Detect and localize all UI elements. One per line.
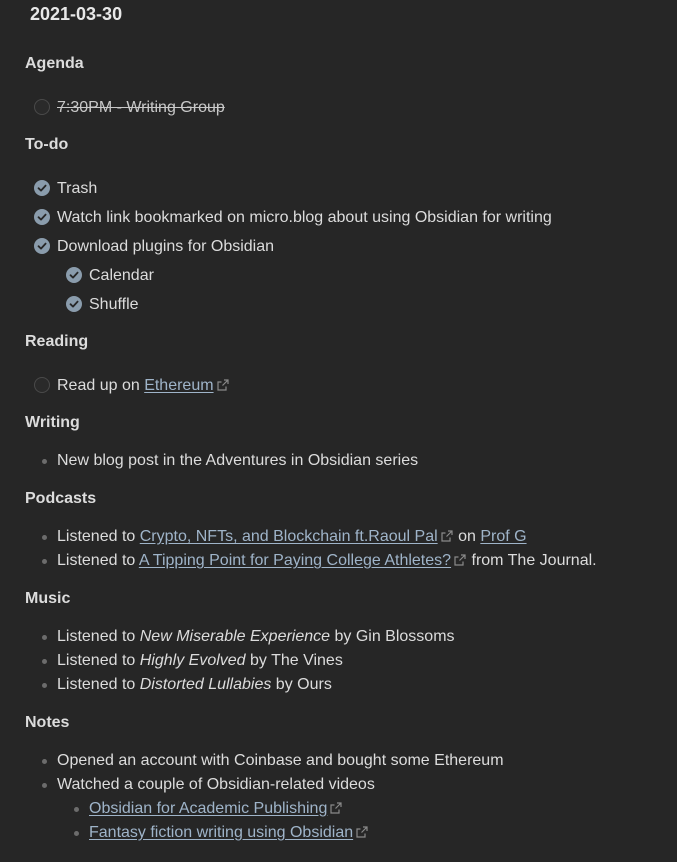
bullet-dot-icon [42, 635, 47, 640]
check-circle-icon[interactable] [66, 296, 82, 312]
external-link-icon [216, 379, 229, 391]
album-title: Highly Evolved [139, 652, 246, 669]
music-item-suffix: by Ours [271, 676, 332, 693]
heading-reading: Reading [25, 333, 89, 350]
external-link-icon [356, 826, 368, 838]
link-tipping-point[interactable]: A Tipping Point for Paying College Athle… [139, 552, 451, 569]
podcast-item: Listened to A Tipping Point for Paying C… [57, 551, 597, 571]
bullet-dot-icon [42, 759, 47, 764]
notes-item-label: Opened an account with Coinbase and boug… [57, 752, 504, 769]
bullet-dot-icon [42, 559, 47, 564]
podcast-item: Listened to Crypto, NFTs, and Blockchain… [57, 527, 527, 547]
check-circle-icon[interactable] [34, 238, 50, 254]
heading-podcasts: Podcasts [25, 490, 97, 507]
external-link-icon [441, 530, 453, 542]
music-item-prefix: Listened to [57, 628, 140, 645]
writing-item-label: New blog post in the Adventures in Obsid… [57, 452, 419, 469]
link-fantasy-fiction[interactable]: Fantasy fiction writing using Obsidian [89, 824, 353, 841]
music-item: Listened to Highly Evolved by The Vines [57, 651, 343, 671]
music-item-suffix: by The Vines [245, 652, 343, 669]
agenda-item-label: 7:30PM - Writing Group [57, 99, 225, 116]
music-item: Listened to New Miserable Experience by … [57, 627, 455, 647]
notes-subitem: Fantasy fiction writing using Obsidian [89, 823, 369, 843]
todo-subitem-label: Shuffle [89, 296, 139, 313]
bullet-dot-icon [74, 831, 79, 836]
todo-item-label: Watch link bookmarked on micro.blog abou… [57, 209, 552, 226]
reading-item-prefix: Read up on [57, 377, 145, 394]
check-circle-icon[interactable] [66, 267, 82, 283]
agenda-item: 7:30PM - Writing Group [57, 98, 225, 118]
link-academic-publishing[interactable]: Obsidian for Academic Publishing [89, 800, 327, 817]
notes-item-label: Watched a couple of Obsidian-related vid… [57, 776, 375, 793]
music-item: Listened to Distorted Lullabies by Ours [57, 675, 332, 695]
music-item-prefix: Listened to [57, 676, 140, 693]
check-circle-icon[interactable] [34, 209, 50, 225]
heading-music: Music [25, 590, 71, 607]
music-item-suffix: by Gin Blossoms [330, 628, 455, 645]
bullet-dot-icon [42, 535, 47, 540]
todo-item-label: Download plugins for Obsidian [57, 238, 275, 255]
todo-item-label: Trash [57, 180, 98, 197]
notes-subitem: Obsidian for Academic Publishing [89, 799, 343, 819]
heading-notes: Notes [25, 714, 70, 731]
album-title: New Miserable Experience [139, 628, 331, 645]
bullet-dot-icon [42, 659, 47, 664]
album-title: Distorted Lullabies [139, 676, 272, 693]
music-item-prefix: Listened to [57, 652, 140, 669]
bullet-dot-icon [74, 807, 79, 812]
empty-circle-icon[interactable] [34, 377, 50, 393]
heading-agenda: Agenda [25, 55, 84, 72]
empty-circle-icon[interactable] [34, 99, 50, 115]
external-link-icon [454, 554, 466, 566]
heading-todo: To-do [25, 136, 69, 153]
podcast-item-prefix: Listened to [57, 552, 139, 569]
link-crypto-nfts-blockchain[interactable]: Crypto, NFTs, and Blockchain ft.Raoul Pa… [140, 528, 438, 545]
bullet-dot-icon [42, 683, 47, 688]
heading-writing: Writing [25, 414, 80, 431]
podcast-item-middle: on [453, 528, 481, 545]
note-title: 2021-03-30 [30, 4, 123, 24]
podcast-item-suffix: from The Journal. [467, 552, 597, 569]
todo-subitem-label: Calendar [89, 267, 154, 284]
bullet-dot-icon [42, 459, 47, 464]
check-circle-icon[interactable] [34, 180, 50, 196]
external-link-icon [330, 802, 342, 814]
link-prof-g[interactable]: Prof G [480, 528, 526, 545]
bullet-dot-icon [42, 783, 47, 788]
podcast-item-prefix: Listened to [57, 528, 140, 545]
link-ethereum[interactable]: Ethereum [144, 377, 213, 394]
reading-item: Read up on Ethereum [57, 376, 230, 396]
